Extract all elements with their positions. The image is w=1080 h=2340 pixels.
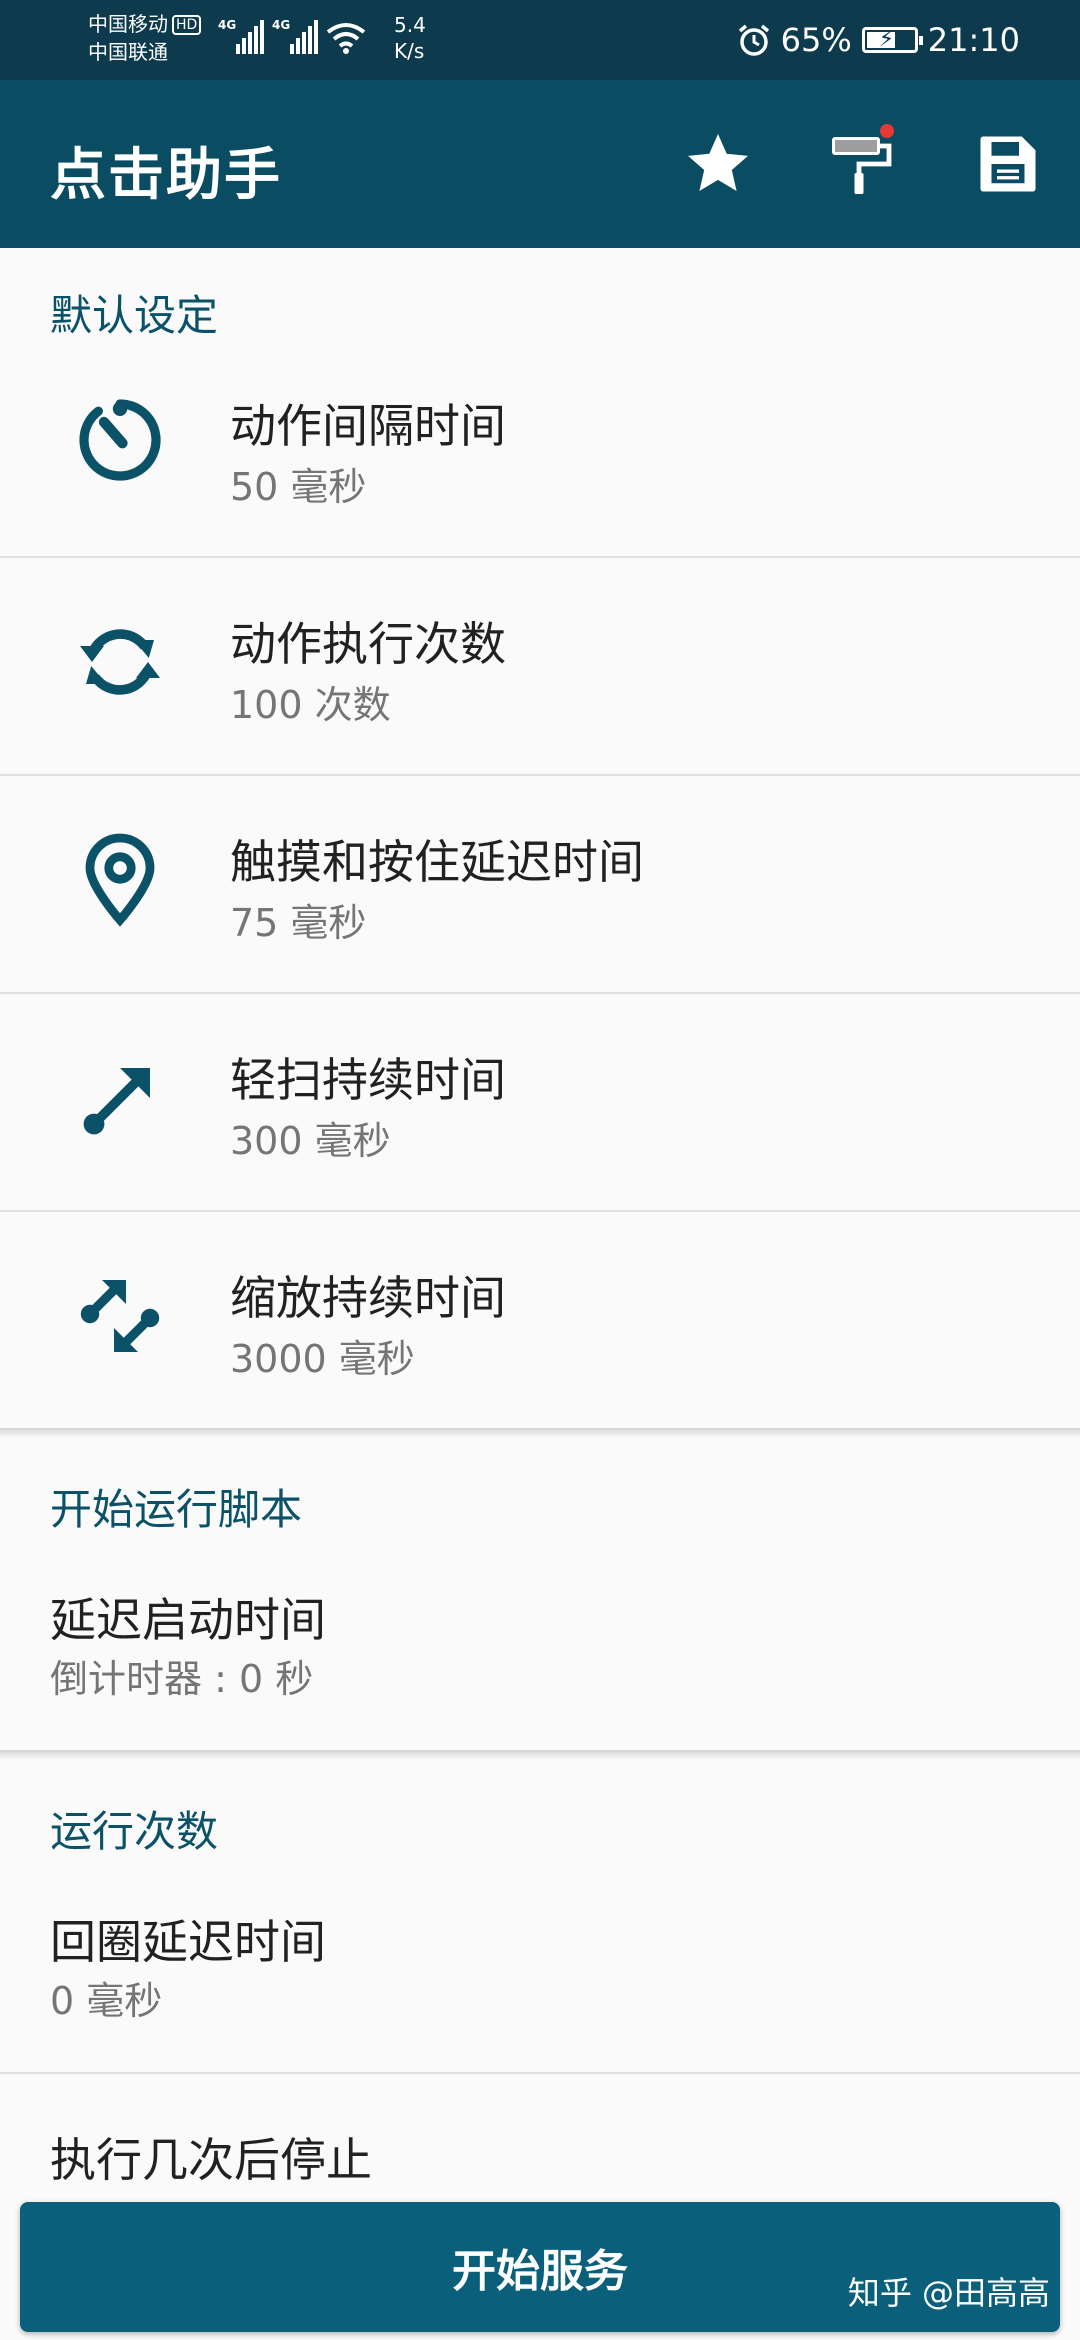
clock: 21:10 [927,21,1020,59]
setting-title: 动作执行次数 [230,617,506,671]
setting-value: 倒计时器 : 0 秒 [50,1657,314,1701]
setting-value: 0 毫秒 [50,1979,163,2023]
setting-loop-delay[interactable]: 回圈延迟时间 0 毫秒 [0,1892,1080,2072]
carrier-info: 中国移动 HD 中国联通 [88,10,202,66]
network-type-1: 4G [218,18,237,32]
save-icon [980,136,1036,192]
swipe-arrow-icon [62,1040,178,1156]
paint-roller-icon [832,137,892,194]
section-shadow [0,1428,1080,1438]
notification-dot [880,124,894,138]
network-speed: 5.4 K/s [394,12,426,64]
signal-indicators: 4G 4G [218,18,366,54]
network-type-2: 4G [272,18,291,32]
hd-badge: HD [172,15,202,35]
section-header-run-count: 运行次数 [50,1807,219,1856]
setting-title: 触摸和按住延迟时间 [230,835,644,889]
watermark: 知乎 @田高高 [847,2274,1050,2312]
setting-action-count[interactable]: 动作执行次数 100 次数 [0,558,1080,774]
section-header-default-settings: 默认设定 [50,291,219,340]
setting-title: 缩放持续时间 [230,1271,506,1325]
setting-swipe-duration[interactable]: 轻扫持续时间 300 毫秒 [0,994,1080,1210]
carrier-2: 中国联通 [88,40,168,64]
save-button[interactable] [968,124,1048,204]
theme-button[interactable] [822,124,902,204]
speed-value: 5.4 [394,13,426,37]
app-bar: 点击助手 [0,80,1080,248]
signal-icon: 4G [218,18,264,54]
setting-value: 3000 毫秒 [230,1337,415,1381]
setting-stop-after[interactable]: 执行几次后停止 [0,2074,1080,2204]
setting-value: 50 毫秒 [230,465,367,509]
favorites-button[interactable] [678,124,758,204]
wifi-icon [326,23,366,54]
setting-title: 延迟启动时间 [50,1593,326,1647]
signal-icon: 4G [272,18,318,54]
alarm-icon [738,24,769,56]
setting-touch-hold-delay[interactable]: 触摸和按住延迟时间 75 毫秒 [0,776,1080,992]
setting-title: 执行几次后停止 [50,2133,372,2187]
battery-percent: 65% [780,21,852,59]
setting-zoom-duration[interactable]: 缩放持续时间 3000 毫秒 [0,1212,1080,1428]
location-pin-icon [62,822,178,938]
status-right: 65% ⚡ 21:10 [737,18,1020,62]
carrier-1: 中国移动 [88,12,168,36]
setting-title: 动作间隔时间 [230,399,506,453]
speed-unit: K/s [394,39,425,63]
zoom-arrows-icon [62,1258,178,1374]
setting-action-interval[interactable]: 动作间隔时间 50 毫秒 [0,338,1080,556]
setting-value: 100 次数 [230,683,391,727]
app-title: 点击助手 [50,143,282,208]
star-icon [688,134,748,191]
repeat-icon [62,604,178,720]
setting-title: 轻扫持续时间 [230,1053,506,1107]
setting-delay-start[interactable]: 延迟启动时间 倒计时器 : 0 秒 [0,1570,1080,1750]
section-shadow [0,1750,1080,1760]
timer-icon [62,382,178,498]
setting-title: 回圈延迟时间 [50,1915,326,1969]
charging-icon: ⚡ [878,27,895,52]
setting-value: 75 毫秒 [230,901,367,945]
section-header-start-script: 开始运行脚本 [50,1485,303,1534]
battery-icon: ⚡ [861,27,923,53]
setting-value: 300 毫秒 [230,1119,391,1163]
status-bar: 中国移动 HD 中国联通 4G 4G 5.4 K/s 65% ⚡ 21:10 [0,0,1080,80]
